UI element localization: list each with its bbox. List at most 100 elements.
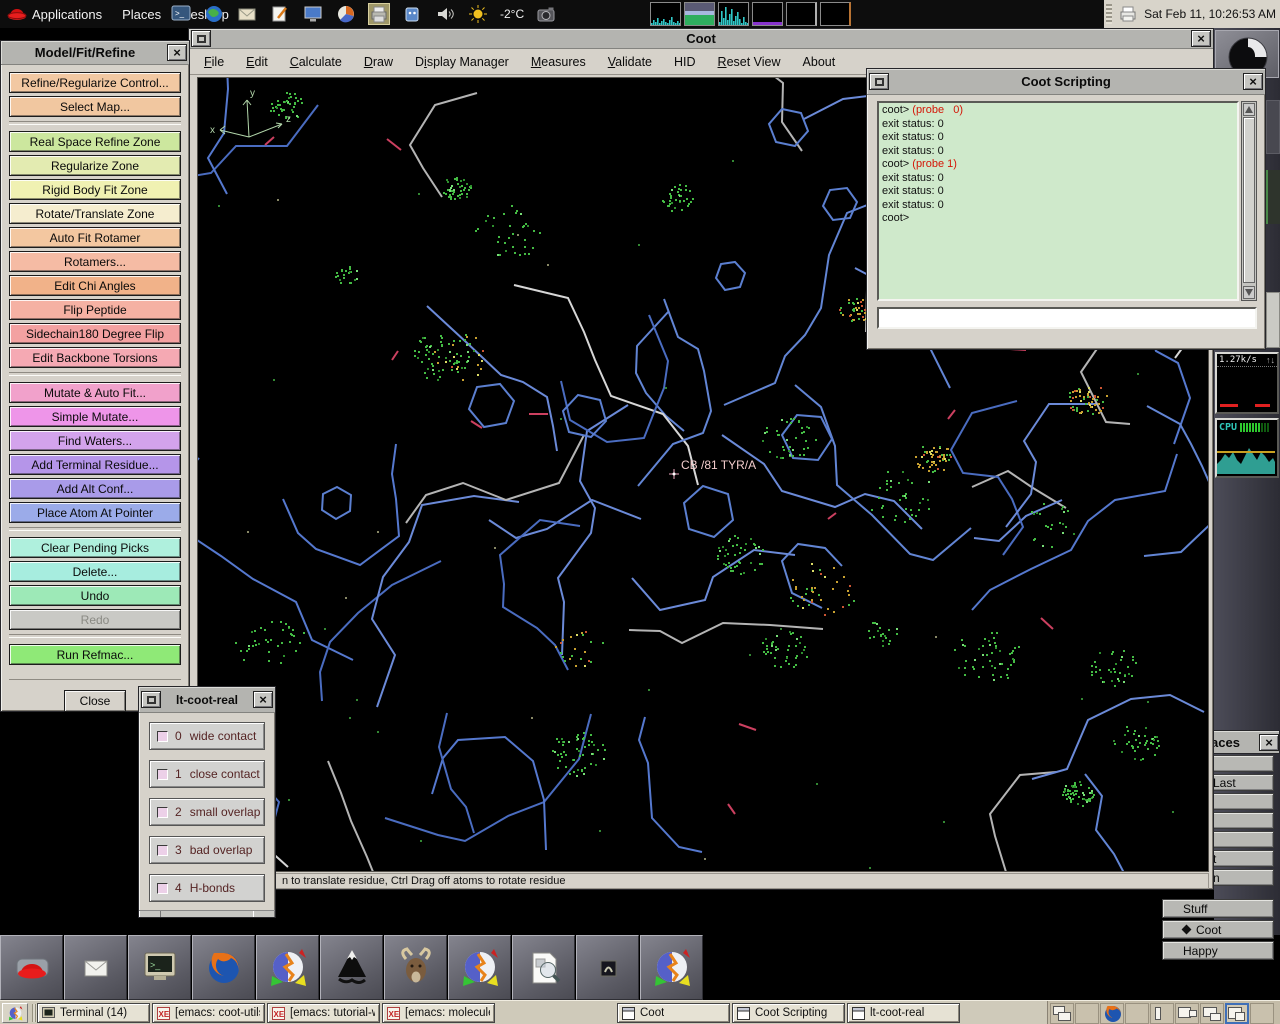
menu-draw[interactable]: Draw [353,55,404,69]
find-waters-button[interactable]: Find Waters... [9,430,181,451]
close-icon[interactable]: × [1243,73,1263,90]
contact-toggle-bad-overlap[interactable]: 3bad overlap [149,836,265,864]
close-icon[interactable]: × [167,44,187,61]
dock-document-viewer-icon[interactable] [512,935,575,1000]
mutate-auto-fit-button[interactable]: Mutate & Auto Fit... [9,382,181,403]
workspace-cell-empty[interactable] [1125,1003,1149,1024]
clear-pending-picks-button[interactable]: Clear Pending Picks [9,537,181,558]
task-button-terminal-14[interactable]: Terminal (14) [37,1003,150,1023]
write-document-icon[interactable] [269,3,291,25]
sidechain180-degree-flip-button[interactable]: Sidechain180 Degree Flip [9,323,181,344]
mfr-titlebar[interactable]: Model/Fit/Refine × [1,41,189,65]
scripting-titlebar[interactable]: Coot Scripting × [867,69,1265,95]
pie-chart-icon[interactable] [335,3,357,25]
screenshot-camera-icon[interactable] [535,3,557,25]
window-menu-icon[interactable] [869,73,889,90]
add-alt-conf-button[interactable]: Add Alt Conf... [9,478,181,499]
place-atom-at-pointer-button[interactable]: Place Atom At Pointer [9,502,181,523]
places-item-coot[interactable]: Coot [1162,920,1274,939]
menu-display-manager[interactable]: Display Manager [404,55,520,69]
places-item-happy[interactable]: Happy [1162,941,1274,960]
dock-redhat-icon[interactable] [0,935,63,1000]
places-item-stuff[interactable]: Stuff [1162,899,1274,918]
redo-button[interactable]: Redo [9,609,181,630]
dock-firefox-icon[interactable] [192,935,255,1000]
scripting-input[interactable] [877,307,1257,329]
dock-gnu-icon[interactable] [384,935,447,1000]
dock-coot-icon[interactable] [640,935,703,1000]
dock-sliver-icon[interactable] [1266,100,1280,154]
regularize-zone-button[interactable]: Regularize Zone [9,155,181,176]
task-button-emacs-tutorial-wi[interactable]: XE[emacs: tutorial-wi... [267,1003,380,1023]
undo-button[interactable]: Undo [9,585,181,606]
coot-mini-icon[interactable] [2,1003,28,1023]
refine-regularize-control-button[interactable]: Refine/Regularize Control... [9,72,181,93]
checkbox[interactable] [157,769,168,780]
mail-icon[interactable] [236,3,258,25]
printer-applet-icon[interactable] [1117,3,1139,25]
scroll-up-icon[interactable] [1243,103,1255,116]
close-icon[interactable]: × [1191,30,1211,47]
web-browser-icon[interactable] [203,3,225,25]
menu-edit[interactable]: Edit [235,55,279,69]
edit-chi-angles-button[interactable]: Edit Chi Angles [9,275,181,296]
scrollbar-thumb[interactable] [1243,117,1255,283]
real-space-refine-zone-button[interactable]: Real Space Refine Zone [9,131,181,152]
rotamers-button[interactable]: Rotamers... [9,251,181,272]
simple-mutate-button[interactable]: Simple Mutate... [9,406,181,427]
dock-sliver-icon[interactable] [1266,292,1280,348]
menu-measures[interactable]: Measures [520,55,597,69]
task-button-coot-scripting[interactable]: Coot Scripting [732,1003,845,1023]
close-icon[interactable]: × [1259,734,1279,751]
terminal-icon[interactable]: >_ [170,3,192,25]
run-refmac-button[interactable]: Run Refmac... [9,644,181,665]
workspace-cell-two[interactable] [1175,1003,1199,1024]
dock-small-app-icon[interactable] [576,935,639,1000]
contact-toggle-small-overlap[interactable]: 2small overlap [149,798,265,826]
dock-coot-icon[interactable] [448,935,511,1000]
checkbox[interactable] [157,845,168,856]
printer-icon[interactable] [368,3,390,25]
window-menu-icon[interactable] [191,30,211,47]
dock-mail-icon[interactable] [64,935,127,1000]
ltcoot-titlebar[interactable]: lt-coot-real × [139,687,275,713]
contact-toggle-close-contact[interactable]: 1close contact [149,760,265,788]
workspace-cell-windows[interactable] [1050,1003,1074,1024]
window-menu-icon[interactable] [141,691,161,708]
rigid-body-fit-zone-button[interactable]: Rigid Body Fit Zone [9,179,181,200]
scroll-down-icon[interactable] [1243,286,1255,299]
panel-menu-places[interactable]: Places [122,7,161,22]
checkbox[interactable] [157,883,168,894]
delete-button[interactable]: Delete... [9,561,181,582]
workspace-cell-overlap[interactable] [1200,1003,1224,1024]
task-button-coot[interactable]: Coot [617,1003,730,1023]
workspace-cell-empty[interactable] [1075,1003,1099,1024]
edit-backbone-torsions-button[interactable]: Edit Backbone Torsions [9,347,181,368]
contact-toggle-wide-contact[interactable]: 0wide contact [149,722,265,750]
dock-coot-icon[interactable] [256,935,319,1000]
display-icon[interactable] [302,3,324,25]
coot-titlebar[interactable]: Coot × [189,29,1213,49]
redhat-menu-icon[interactable] [6,3,28,30]
rotate-translate-zone-button[interactable]: Rotate/Translate Zone [9,203,181,224]
menu-reset-view[interactable]: Reset View [707,55,792,69]
dock-terminal-icon[interactable]: >_ [128,935,191,1000]
applet-grip[interactable] [1106,4,1112,24]
dock-sliver-icon[interactable] [1266,170,1280,224]
workspace-cell-empty[interactable] [1250,1003,1274,1024]
menu-calculate[interactable]: Calculate [279,55,353,69]
select-map-button[interactable]: Select Map... [9,96,181,117]
contact-toggle-h-bonds[interactable]: 4H-bonds [149,874,265,902]
menu-validate[interactable]: Validate [597,55,663,69]
menu-hid[interactable]: HID [663,55,707,69]
workspace-cell-active[interactable] [1225,1003,1249,1024]
task-button-emacs-molecule[interactable]: XE[emacs: molecule-... [382,1003,495,1023]
workspace-cell-small[interactable] [1150,1003,1174,1024]
console-scrollbar[interactable] [1241,101,1257,301]
menu-about[interactable]: About [792,55,847,69]
add-terminal-residue-button[interactable]: Add Terminal Residue... [9,454,181,475]
close-button[interactable]: Close [64,690,126,712]
auto-fit-rotamer-button[interactable]: Auto Fit Rotamer [9,227,181,248]
checkbox[interactable] [157,807,168,818]
close-icon[interactable]: × [253,691,273,708]
